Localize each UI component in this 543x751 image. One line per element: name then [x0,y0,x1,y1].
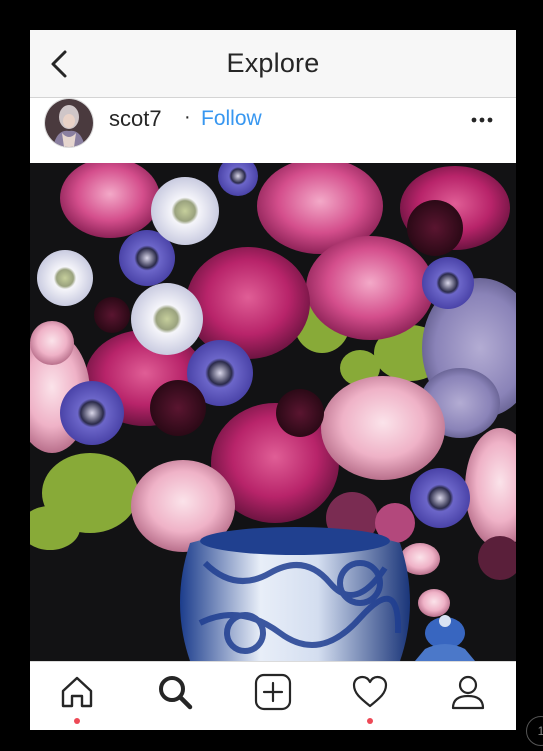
page-title: Explore [226,48,320,78]
flower-bouquet-image [30,156,516,661]
tab-search[interactable] [155,672,195,712]
profile-icon [451,675,485,710]
app-screen: Explore scot7 · Follow [30,30,516,730]
tab-profile[interactable] [448,672,488,712]
search-icon [159,676,193,710]
post-image[interactable] [30,156,516,661]
more-options-button[interactable] [468,108,496,132]
post-username[interactable]: scot7 [109,106,162,132]
heart-icon [352,675,388,708]
avatar-portrait-icon [45,99,93,147]
follow-button[interactable]: Follow [201,107,262,131]
more-horizontal-icon [471,117,493,123]
post-header: scot7 · Follow [30,98,516,163]
home-notification-dot [74,718,80,724]
home-icon [61,676,93,708]
nav-header: Explore [30,30,516,98]
add-post-icon [254,673,292,711]
avatar[interactable] [44,98,94,148]
bottom-tab-bar [30,661,516,730]
tab-add-post[interactable] [253,672,293,712]
tab-home[interactable] [57,672,97,712]
separator-dot: · [184,106,191,128]
activity-notification-dot [367,718,373,724]
corner-badge: 1 [526,716,543,746]
tab-activity[interactable] [350,672,390,712]
